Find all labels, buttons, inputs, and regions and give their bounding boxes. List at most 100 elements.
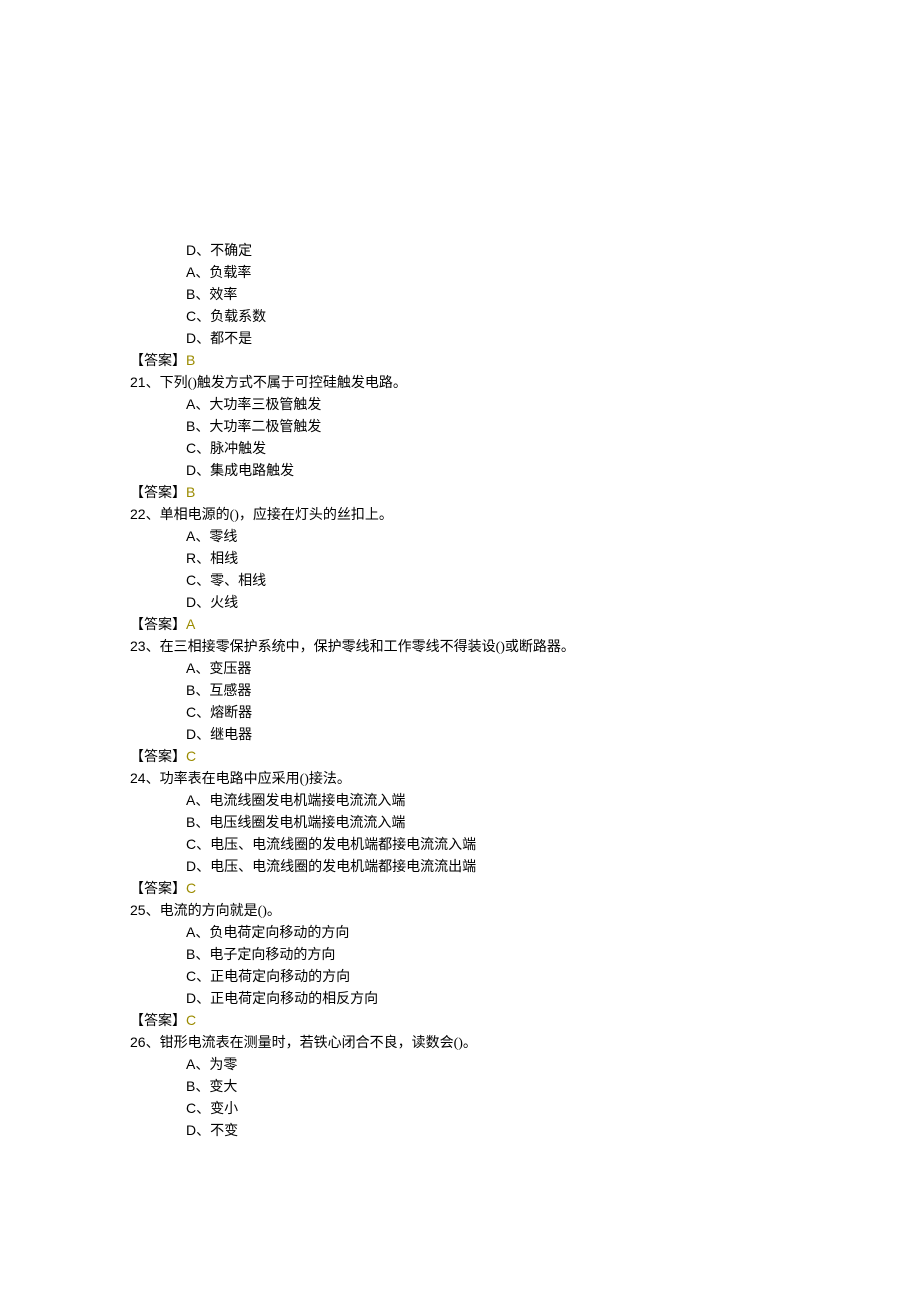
answer-letter: C [186, 748, 196, 764]
separator: 、 [195, 288, 209, 303]
separator: 、 [195, 684, 209, 699]
option-d: D、正电荷定向移动的相反方向 [130, 988, 790, 1010]
option-text: 电压、电流线圈的发电机端都接电流流出端 [210, 860, 476, 875]
question-number: 22 [130, 506, 146, 522]
option-d: D、继电器 [130, 724, 790, 746]
option-d: D、集成电路触发 [130, 460, 790, 482]
separator: 、 [195, 398, 209, 413]
option-d1: D、不确定 [130, 240, 790, 262]
question-23: 23、在三相接零保护系统中，保护零线和工作零线不得装设()或断路器。 A、变压器… [130, 636, 790, 768]
question-22: 22、单相电源的()，应接在灯头的丝扣上。 A、零线 R、相线 C、零、相线 D… [130, 504, 790, 636]
option-a: A、大功率三极管触发 [130, 394, 790, 416]
answer-letter: B [186, 484, 195, 500]
option-b: B、互感器 [130, 680, 790, 702]
answer-label: 【答案】 [130, 486, 186, 501]
option-letter: A [186, 396, 195, 412]
option-letter: A [186, 1056, 195, 1072]
option-letter: D [186, 242, 196, 258]
separator: 、 [146, 772, 160, 787]
separator: 、 [195, 816, 209, 831]
option-text: 不变 [210, 1124, 238, 1139]
option-letter: C [186, 440, 196, 456]
answer-letter: A [186, 616, 195, 632]
separator: 、 [196, 244, 210, 259]
question-text: 功率表在电路中应采用()接法。 [160, 772, 351, 787]
separator: 、 [195, 662, 209, 677]
answer-line: 【答案】A [130, 614, 790, 636]
option-text: 变压器 [209, 662, 251, 677]
answer-label: 【答案】 [130, 618, 186, 633]
option-a: A、变压器 [130, 658, 790, 680]
answer-line: 【答案】B [130, 350, 790, 372]
question-number: 24 [130, 770, 146, 786]
question-text: 在三相接零保护系统中，保护零线和工作零线不得装设()或断路器。 [160, 640, 575, 655]
option-text: 大功率二极管触发 [209, 420, 321, 435]
option-letter: B [186, 286, 195, 302]
option-text: 都不是 [210, 332, 252, 347]
separator: 、 [196, 860, 210, 875]
option-c: C、脉冲触发 [130, 438, 790, 460]
option-text: 负载率 [209, 266, 251, 281]
option-text: 电压线圈发电机端接电流流入端 [209, 816, 405, 831]
option-text: 互感器 [209, 684, 251, 699]
answer-label: 【答案】 [130, 882, 186, 897]
option-letter: B [186, 946, 195, 962]
option-letter: A [186, 924, 195, 940]
answer-letter: C [186, 1012, 196, 1028]
answer-letter: B [186, 352, 195, 368]
separator: 、 [195, 266, 209, 281]
option-letter: C [186, 1100, 196, 1116]
separator: 、 [146, 640, 160, 655]
separator: 、 [195, 420, 209, 435]
option-b: B、电子定向移动的方向 [130, 944, 790, 966]
question-text: 下列()触发方式不属于可控硅触发电路。 [160, 376, 407, 391]
separator: 、 [196, 838, 210, 853]
option-c: C、正电荷定向移动的方向 [130, 966, 790, 988]
question-text-line: 22、单相电源的()，应接在灯头的丝扣上。 [130, 504, 790, 526]
option-a: A、电流线圈发电机端接电流流入端 [130, 790, 790, 812]
option-letter: D [186, 990, 196, 1006]
question-text: 钳形电流表在测量时，若铁心闭合不良，读数会()。 [160, 1036, 477, 1051]
option-b: B、大功率二极管触发 [130, 416, 790, 438]
separator: 、 [195, 926, 209, 941]
option-letter: D [186, 726, 196, 742]
separator: 、 [196, 706, 210, 721]
separator: 、 [196, 1124, 210, 1139]
separator: 、 [196, 1102, 210, 1117]
option-letter: C [186, 836, 196, 852]
question-number: 25 [130, 902, 146, 918]
separator: 、 [195, 530, 209, 545]
separator: 、 [196, 464, 210, 479]
option-letter: A [186, 264, 195, 280]
option-d: D、火线 [130, 592, 790, 614]
question-20-extra: D、不确定 A、负载率 B、效率 C、负载系数 D、都不是 【答案】B [130, 240, 790, 372]
option-letter: B [186, 682, 195, 698]
separator: 、 [196, 728, 210, 743]
option-letter: D [186, 594, 196, 610]
option-a: A、负载率 [130, 262, 790, 284]
option-c: C、变小 [130, 1098, 790, 1120]
separator: 、 [146, 1036, 160, 1051]
option-text: 脉冲触发 [210, 442, 266, 457]
option-text: 电流线圈发电机端接电流流入端 [209, 794, 405, 809]
question-24: 24、功率表在电路中应采用()接法。 A、电流线圈发电机端接电流流入端 B、电压… [130, 768, 790, 900]
separator: 、 [196, 310, 210, 325]
option-text: 相线 [210, 552, 238, 567]
option-b: B、电压线圈发电机端接电流流入端 [130, 812, 790, 834]
option-letter: A [186, 792, 195, 808]
question-21: 21、下列()触发方式不属于可控硅触发电路。 A、大功率三极管触发 B、大功率二… [130, 372, 790, 504]
separator: 、 [196, 332, 210, 347]
answer-line: 【答案】B [130, 482, 790, 504]
option-d2: D、都不是 [130, 328, 790, 350]
option-a: A、为零 [130, 1054, 790, 1076]
option-text: 电压、电流线圈的发电机端都接电流流入端 [210, 838, 476, 853]
question-number: 26 [130, 1034, 146, 1050]
answer-line: 【答案】C [130, 878, 790, 900]
option-text: 为零 [209, 1058, 237, 1073]
option-letter: A [186, 528, 195, 544]
separator: 、 [196, 574, 210, 589]
option-b: R、相线 [130, 548, 790, 570]
option-letter: B [186, 1078, 195, 1094]
separator: 、 [196, 992, 210, 1007]
question-text-line: 25、电流的方向就是()。 [130, 900, 790, 922]
